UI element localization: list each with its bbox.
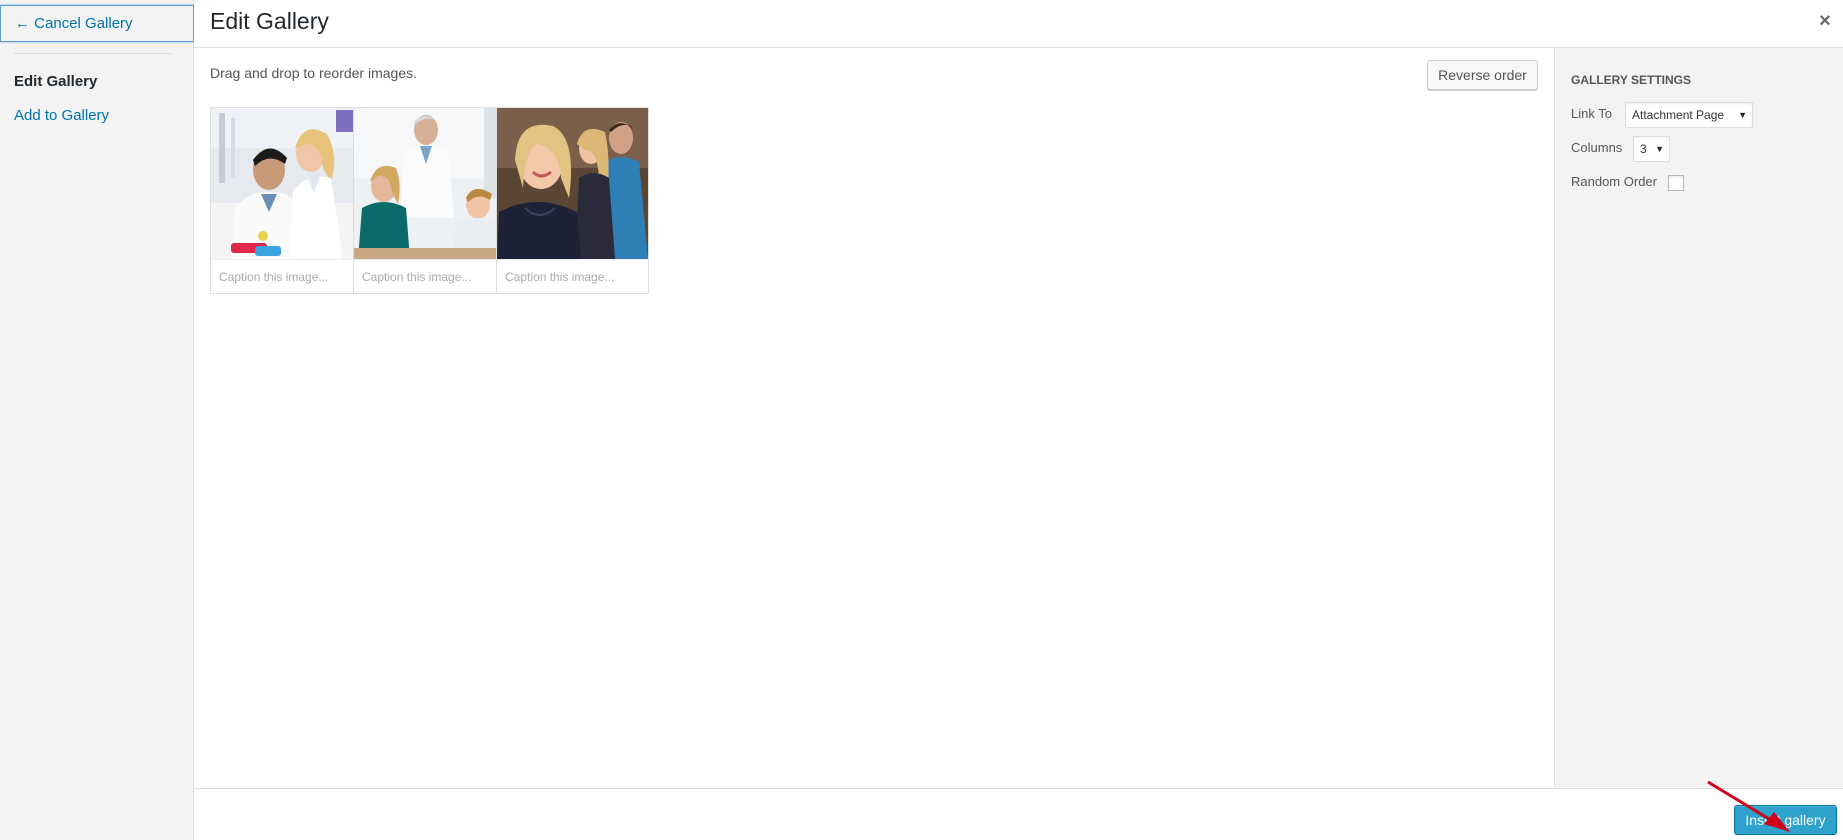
columns-select[interactable]: 3 ▼ xyxy=(1633,136,1670,162)
random-order-checkbox[interactable] xyxy=(1668,175,1684,191)
caption-input[interactable] xyxy=(354,259,505,293)
caption-input[interactable] xyxy=(211,259,362,293)
page-title: Edit Gallery xyxy=(210,8,329,34)
gallery-settings-sidebar: Gallery Settings Link To Attachment Page… xyxy=(1554,48,1843,788)
menu-item-add-to-gallery[interactable]: Add to Gallery xyxy=(14,107,109,124)
media-frame-title: Edit Gallery × xyxy=(194,0,1843,48)
columns-value: 3 xyxy=(1640,142,1647,156)
columns-label: Columns xyxy=(1571,140,1623,155)
gallery-item[interactable] xyxy=(496,107,649,294)
cancel-gallery-link[interactable]: ← Cancel Gallery xyxy=(0,5,194,42)
doctor-students-photo xyxy=(354,108,505,259)
link-to-value: Attachment Page xyxy=(1632,108,1725,122)
chevron-down-icon: ▼ xyxy=(1738,110,1747,120)
reverse-order-button[interactable]: Reverse order xyxy=(1427,60,1538,90)
instructions-text: Drag and drop to reorder images. xyxy=(210,65,417,81)
media-frame-menu: ← Cancel Gallery Edit Gallery Add to Gal… xyxy=(0,0,194,840)
scientists-photo xyxy=(211,108,362,259)
media-modal: ← Cancel Gallery Edit Gallery Add to Gal… xyxy=(0,0,1843,840)
gallery-content: Drag and drop to reorder images. Reverse… xyxy=(194,48,1554,788)
close-icon[interactable]: × xyxy=(1813,9,1837,33)
caption-input[interactable] xyxy=(497,259,648,293)
gallery-item[interactable] xyxy=(353,107,506,294)
gallery-settings-heading: Gallery Settings xyxy=(1571,73,1692,87)
link-to-label: Link To xyxy=(1571,106,1612,121)
media-frame-toolbar: Insert gallery xyxy=(194,788,1843,840)
students-photo xyxy=(497,108,648,259)
menu-item-edit-gallery[interactable]: Edit Gallery xyxy=(14,73,97,90)
insert-gallery-button[interactable]: Insert gallery xyxy=(1734,805,1837,835)
link-to-select[interactable]: Attachment Page ▼ xyxy=(1625,102,1753,128)
menu-separator xyxy=(14,53,172,54)
gallery-item[interactable] xyxy=(210,107,363,294)
chevron-down-icon: ▼ xyxy=(1655,144,1664,154)
random-order-label: Random Order xyxy=(1571,174,1657,189)
